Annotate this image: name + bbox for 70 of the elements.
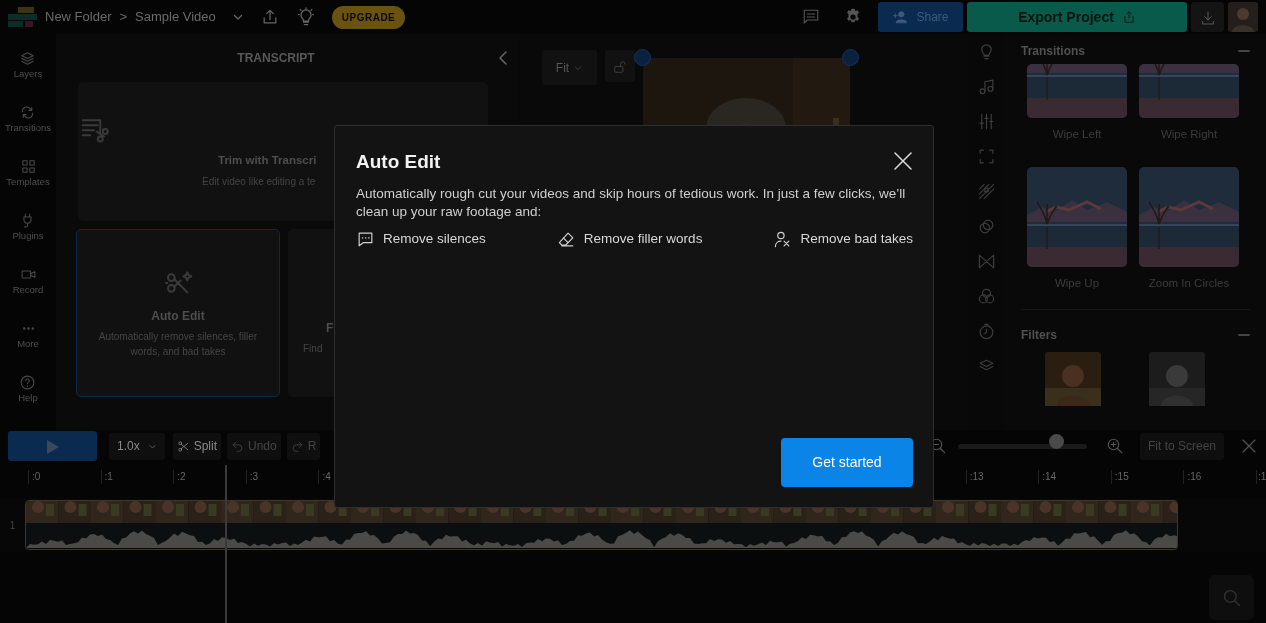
- panel-title: Transitions: [1021, 43, 1085, 60]
- person-add-icon: [892, 10, 909, 24]
- close-icon[interactable]: [1240, 437, 1258, 455]
- timeline-tool-button[interactable]: Split: [172, 432, 222, 460]
- feature-label: Remove silences: [383, 229, 486, 248]
- feature-label: Remove bad takes: [800, 229, 913, 248]
- collapse-icon[interactable]: [1238, 49, 1250, 53]
- share-icon: [1121, 10, 1136, 24]
- breadcrumb-separator: >: [119, 8, 128, 27]
- grid-icon[interactable]: [19, 158, 37, 175]
- ruler-label: :3: [245, 470, 319, 484]
- resize-handle[interactable]: [842, 49, 859, 66]
- rings-icon[interactable]: [977, 217, 996, 236]
- collapse-icon[interactable]: [1238, 332, 1250, 337]
- track-number: 1: [8, 518, 17, 533]
- sliders-icon[interactable]: [977, 112, 996, 131]
- logo-icon[interactable]: [8, 6, 37, 28]
- breadcrumb-link[interactable]: New Folder: [45, 7, 112, 27]
- get-started-button[interactable]: Get started: [781, 438, 913, 487]
- ruler-label: :16: [1183, 470, 1256, 484]
- download-button[interactable]: [1191, 2, 1224, 32]
- sidebar-item[interactable]: Layers: [13, 67, 43, 82]
- ruler-label: :1: [1256, 470, 1266, 484]
- search-button[interactable]: [1209, 575, 1254, 620]
- fit-dropdown[interactable]: Fit: [542, 50, 597, 85]
- undo-icon: [231, 439, 245, 453]
- speed-dropdown[interactable]: 1.0x: [109, 432, 165, 460]
- frame-icon[interactable]: [977, 147, 996, 166]
- export-button[interactable]: Export Project: [967, 2, 1187, 32]
- project-title[interactable]: Sample Video: [135, 7, 216, 27]
- lock-button[interactable]: [605, 50, 635, 82]
- search-icon: [1221, 588, 1242, 609]
- ruler-label: :13: [965, 470, 1039, 484]
- ruler-label: :1: [100, 470, 174, 484]
- timer-icon[interactable]: [977, 322, 996, 341]
- panel-title: TRANSCRIPT: [237, 50, 315, 67]
- redo-icon: [290, 439, 304, 453]
- sidebar-item[interactable]: Transitions: [4, 121, 52, 136]
- ruler-label: :15: [1110, 470, 1184, 484]
- sidebar-item[interactable]: Record: [12, 283, 44, 298]
- lightbulb-icon[interactable]: [295, 7, 316, 27]
- dialog-title: Auto Edit: [356, 150, 441, 174]
- help-icon[interactable]: [19, 374, 37, 391]
- feature-label: Remove filler words: [583, 229, 703, 248]
- music-note-icon[interactable]: [977, 77, 996, 96]
- play-button[interactable]: [8, 431, 97, 461]
- comment-icon[interactable]: [802, 8, 820, 26]
- card-title: Auto Edit: [151, 308, 205, 325]
- unlock-icon: [613, 59, 627, 74]
- sidebar-item[interactable]: Templates: [6, 175, 50, 190]
- bowtie-icon[interactable]: [977, 252, 996, 271]
- ruler-label: :0: [28, 470, 101, 484]
- sidebar-item[interactable]: More: [17, 337, 39, 352]
- sidebar-item[interactable]: Plugins: [12, 229, 44, 244]
- slider-thumb[interactable]: [1049, 433, 1065, 449]
- play-icon: [46, 439, 59, 454]
- scissors-icon: [176, 439, 190, 453]
- card-title: Trim with Transcri: [218, 153, 317, 169]
- pattern-icon[interactable]: [977, 182, 996, 201]
- ruler-label: :14: [1038, 470, 1111, 484]
- upgrade-badge[interactable]: UPGRADE: [331, 5, 406, 29]
- panel-title: Filters: [1021, 326, 1057, 344]
- avatar-icon[interactable]: [1228, 2, 1258, 32]
- color-circles-icon[interactable]: [977, 287, 996, 306]
- download-icon: [1199, 9, 1216, 26]
- card-title: F: [326, 319, 335, 337]
- sidebar-item[interactable]: Help: [18, 391, 38, 406]
- zoom-in-icon[interactable]: [1105, 437, 1124, 455]
- collapse-icon[interactable]: [496, 50, 510, 66]
- layers-icon[interactable]: [19, 50, 37, 67]
